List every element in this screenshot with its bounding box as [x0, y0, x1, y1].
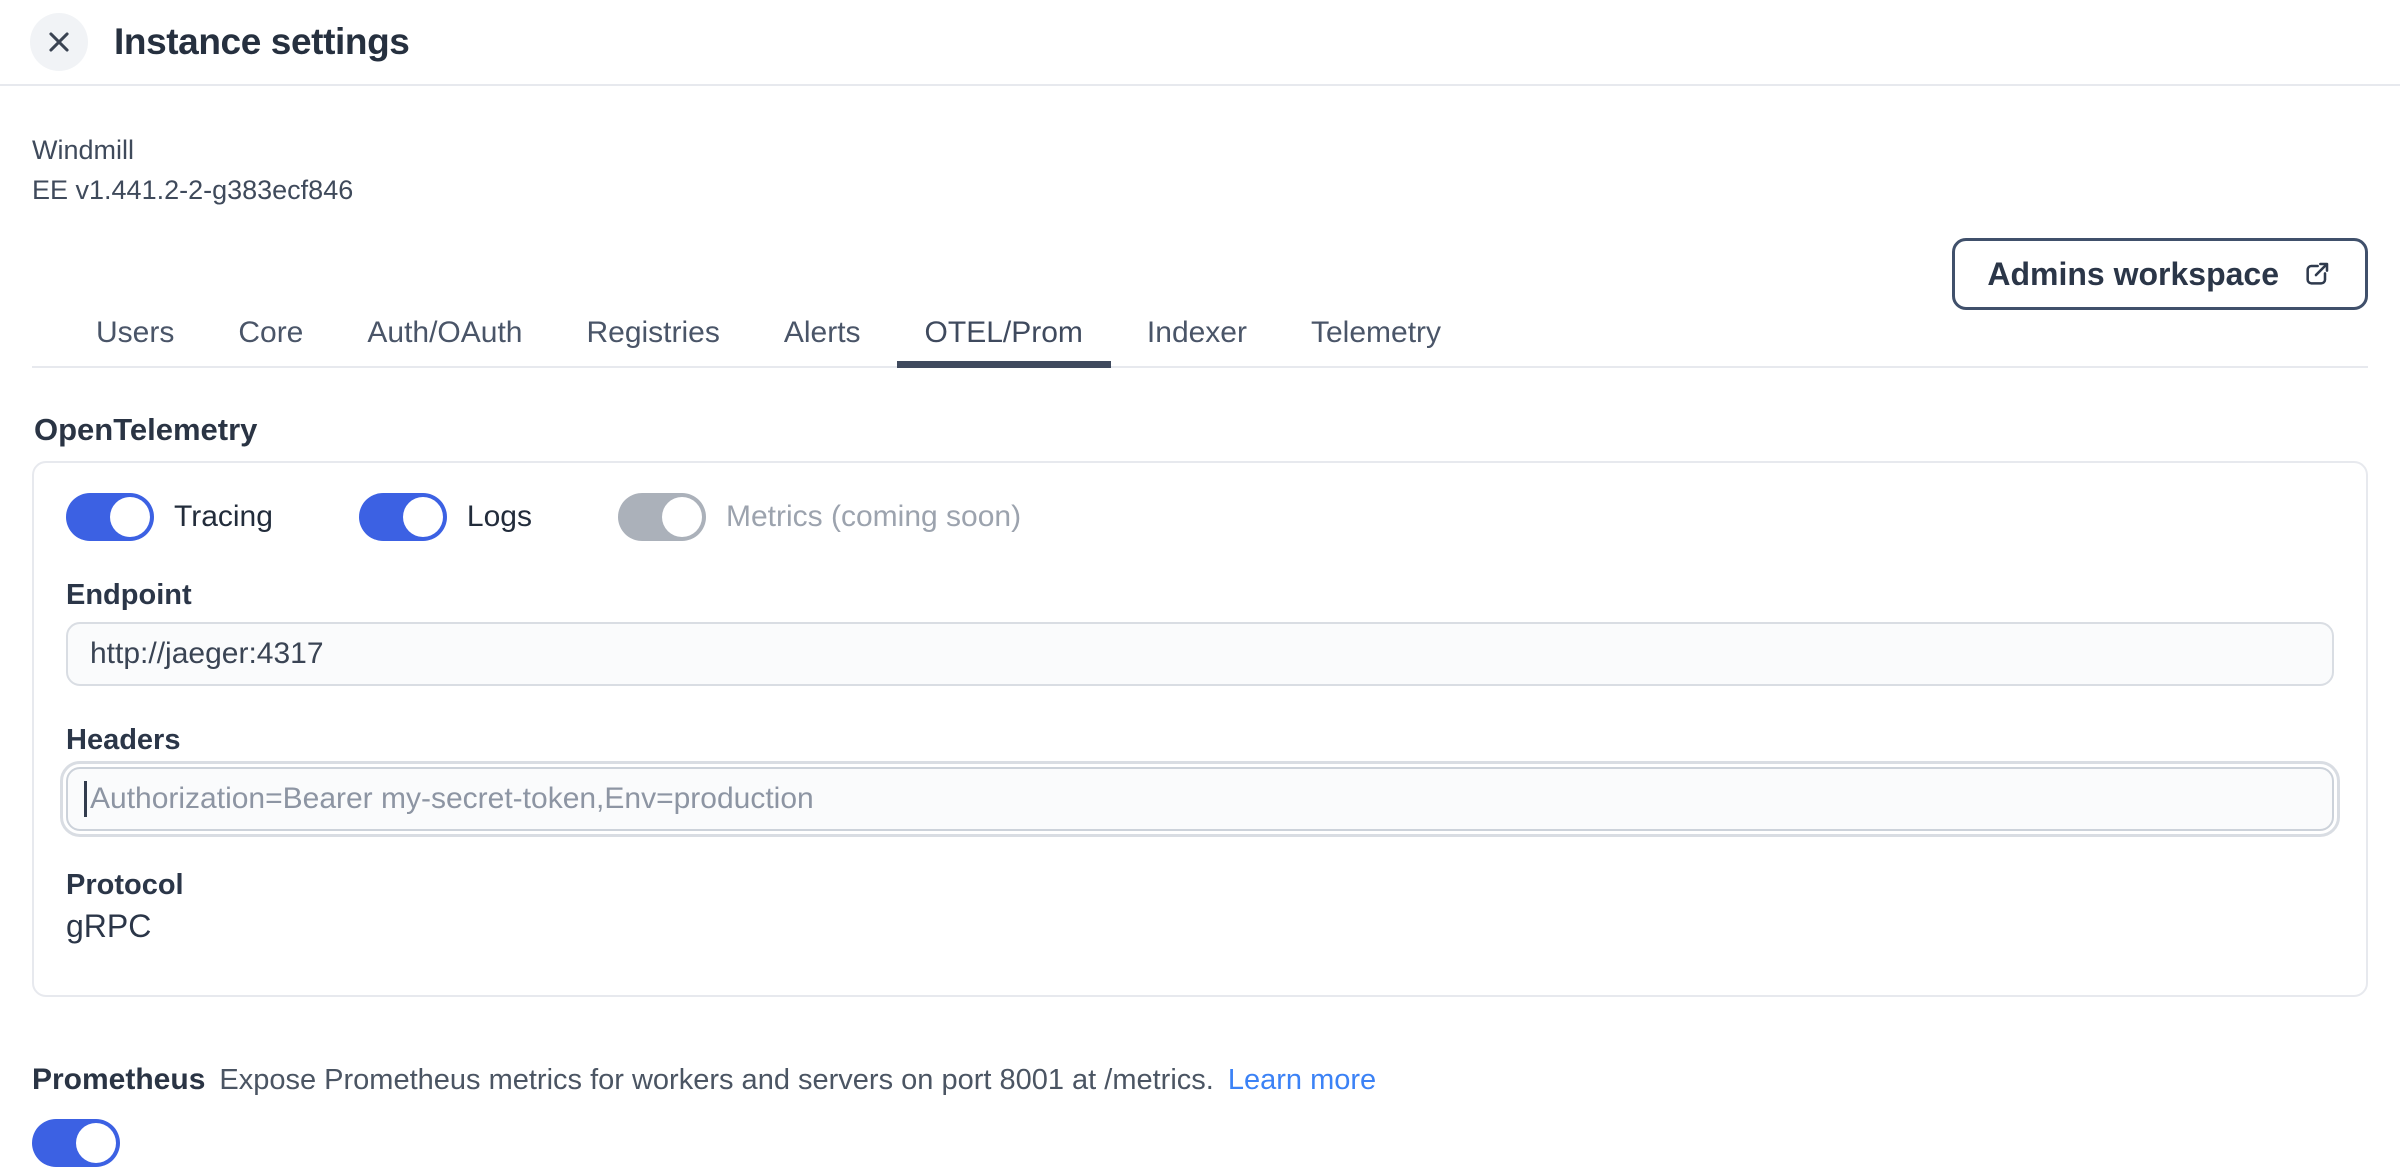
- opentelemetry-heading: OpenTelemetry: [34, 412, 2368, 448]
- otel-toggle-row: Tracing Logs Metrics (coming soon): [66, 493, 2334, 541]
- admins-workspace-button[interactable]: Admins workspace: [1952, 238, 2368, 310]
- protocol-label: Protocol: [66, 869, 2334, 902]
- prometheus-heading: Prometheus: [32, 1063, 205, 1097]
- tab-otel-prom[interactable]: OTEL/Prom: [897, 316, 1111, 368]
- metrics-toggle-label: Metrics (coming soon): [726, 500, 1021, 534]
- endpoint-input[interactable]: [66, 622, 2334, 686]
- endpoint-label: Endpoint: [66, 579, 2334, 612]
- prometheus-toggle[interactable]: [32, 1119, 120, 1167]
- content: Windmill EE v1.441.2-2-g383ecf846 Admins…: [0, 130, 2400, 1171]
- tab-indexer[interactable]: Indexer: [1119, 316, 1275, 366]
- headers-input-wrap: [66, 767, 2334, 831]
- x-icon: [44, 27, 74, 57]
- tab-registries[interactable]: Registries: [558, 316, 747, 366]
- metrics-toggle-group: Metrics (coming soon): [618, 493, 1021, 541]
- logs-toggle-group: Logs: [359, 493, 532, 541]
- app-name: Windmill: [32, 130, 2368, 170]
- tab-telemetry[interactable]: Telemetry: [1283, 316, 1469, 366]
- opentelemetry-section: OpenTelemetry Tracing Logs: [32, 412, 2368, 997]
- page-title: Instance settings: [114, 21, 409, 63]
- toggle-knob: [76, 1123, 116, 1163]
- headers-label: Headers: [66, 724, 2334, 757]
- tab-bar: Users Core Auth/OAuth Registries Alerts …: [32, 316, 2368, 368]
- prometheus-description: Expose Prometheus metrics for workers an…: [219, 1064, 1213, 1097]
- logs-toggle-label: Logs: [467, 500, 532, 534]
- tab-users[interactable]: Users: [68, 316, 202, 366]
- endpoint-input-wrap: [66, 622, 2334, 686]
- protocol-value: gRPC: [66, 908, 2334, 945]
- text-caret: [84, 781, 87, 817]
- header: Instance settings: [0, 0, 2400, 86]
- tab-core[interactable]: Core: [210, 316, 331, 366]
- admins-workspace-label: Admins workspace: [1987, 256, 2279, 293]
- tracing-toggle-label: Tracing: [174, 500, 273, 534]
- toggle-knob: [662, 497, 702, 537]
- external-link-icon: [2301, 258, 2333, 290]
- toggle-knob: [110, 497, 150, 537]
- tracing-toggle-group: Tracing: [66, 493, 273, 541]
- tab-alerts[interactable]: Alerts: [756, 316, 889, 366]
- metrics-toggle: [618, 493, 706, 541]
- learn-more-link[interactable]: Learn more: [1228, 1064, 1376, 1097]
- version-block: Windmill EE v1.441.2-2-g383ecf846: [32, 130, 2368, 210]
- headers-input[interactable]: [66, 767, 2334, 831]
- logs-toggle[interactable]: [359, 493, 447, 541]
- opentelemetry-panel: Tracing Logs Metrics (coming soon) Endpo…: [32, 461, 2368, 997]
- tracing-toggle[interactable]: [66, 493, 154, 541]
- tab-auth-oauth[interactable]: Auth/OAuth: [339, 316, 550, 366]
- toggle-knob: [403, 497, 443, 537]
- prometheus-line: Prometheus Expose Prometheus metrics for…: [32, 1063, 2368, 1097]
- app-version: EE v1.441.2-2-g383ecf846: [32, 170, 2368, 210]
- prometheus-section: Prometheus Expose Prometheus metrics for…: [32, 1063, 2368, 1171]
- close-button[interactable]: [30, 13, 88, 71]
